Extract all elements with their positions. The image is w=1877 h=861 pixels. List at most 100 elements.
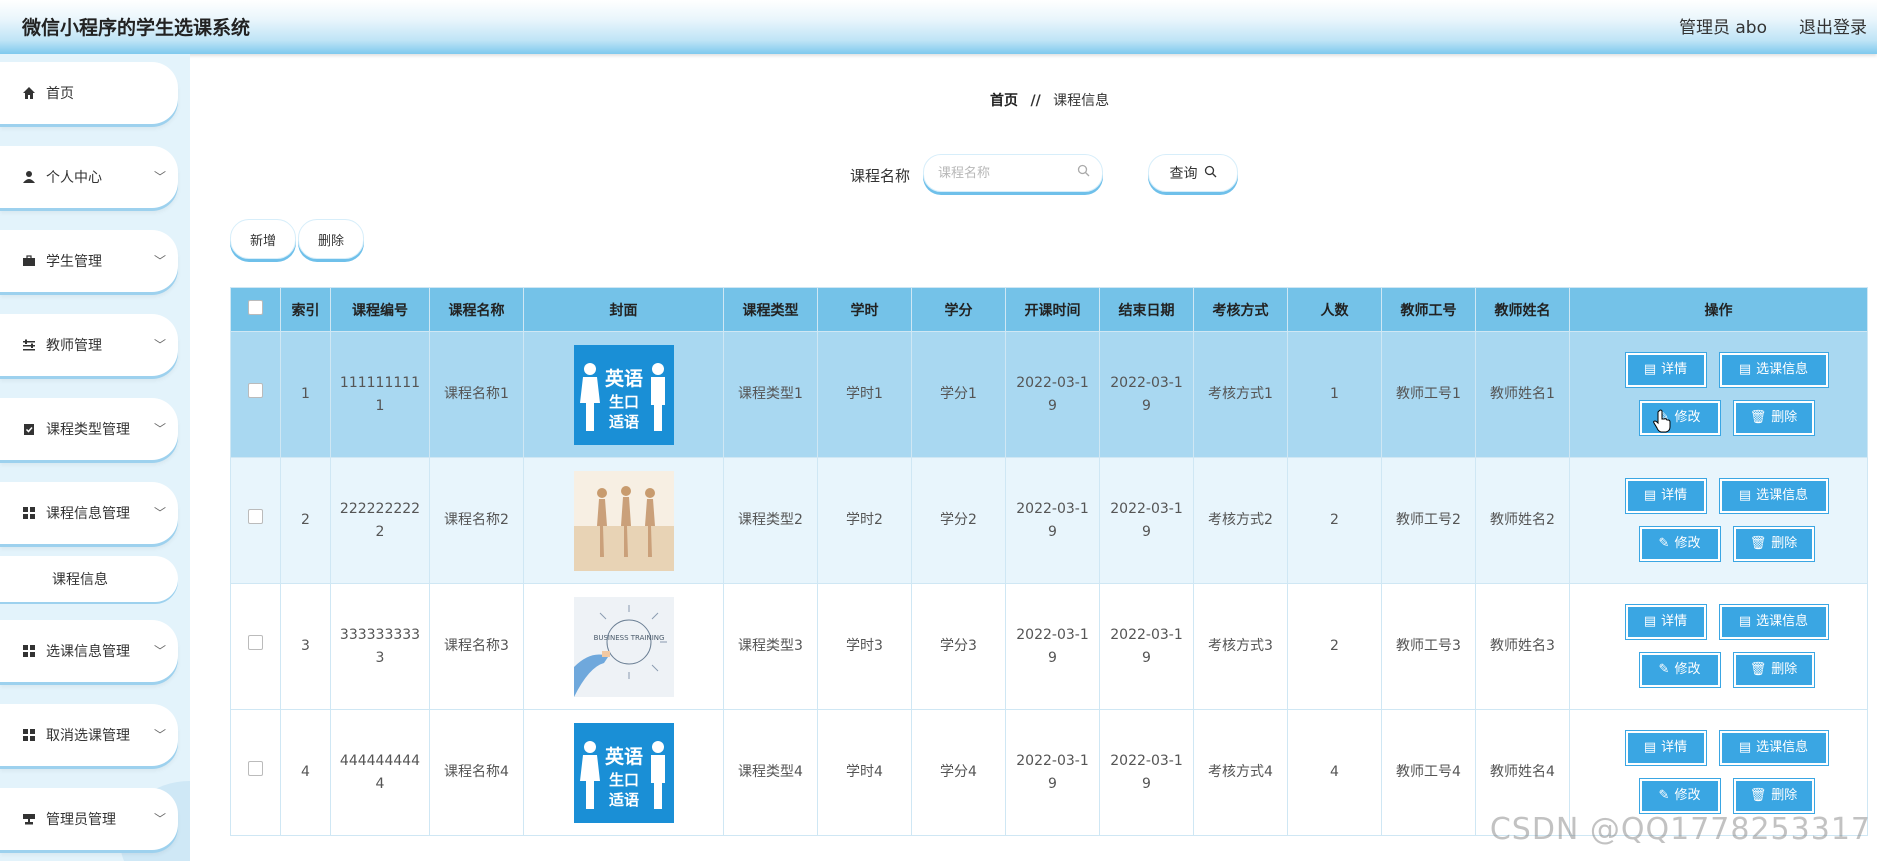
cell-teacher-name: 教师姓名1 bbox=[1475, 331, 1570, 458]
enrollment-info-button[interactable]: ▤ 选课信息 bbox=[1719, 730, 1828, 765]
sidebar-item-label: 教师管理 bbox=[46, 338, 102, 354]
delete-button-label: 删除 bbox=[1771, 662, 1798, 677]
sidebar-item-cancel-enrollment-management[interactable]: 取消选课管理 ﹀ bbox=[0, 704, 178, 766]
course-table: 索引 课程编号 课程名称 封面 课程类型 学时 学分 开课时间 结束日期 考核方… bbox=[230, 287, 1868, 836]
table-row[interactable]: 2 2222222222 课程名称2 课程类型2 学时2 学分2 2022-03… bbox=[230, 457, 1868, 584]
cell-course-name: 课程名称2 bbox=[429, 457, 524, 584]
logout-link[interactable]: 退出登录 bbox=[1799, 13, 1867, 38]
cell-index: 3 bbox=[280, 583, 331, 710]
table-row[interactable]: 3 3333333333 课程名称3 BUSINESS TRAINING 课程类… bbox=[230, 583, 1868, 710]
column-header: 学分 bbox=[911, 287, 1006, 332]
delete-button-label: 删除 bbox=[1771, 788, 1798, 803]
delete-button-label: 删除 bbox=[1771, 536, 1798, 551]
edit-button[interactable]: ✎ 修改 bbox=[1639, 400, 1720, 435]
cell-credit: 学分2 bbox=[911, 457, 1006, 584]
sidebar-item-label: 选课信息管理 bbox=[46, 644, 130, 660]
add-button[interactable]: 新增 bbox=[230, 219, 296, 259]
detail-button[interactable]: ▤ 详情 bbox=[1625, 352, 1706, 387]
detail-button-label: 详情 bbox=[1661, 362, 1688, 377]
edit-button[interactable]: ✎ 修改 bbox=[1639, 652, 1720, 687]
cell-exam-method: 考核方式1 bbox=[1193, 331, 1288, 458]
sidebar-item-teacher-management[interactable]: 教师管理 ﹀ bbox=[0, 314, 178, 376]
edit-button[interactable]: ✎ 修改 bbox=[1639, 526, 1720, 561]
enrollment-info-button-label: 选课信息 bbox=[1756, 614, 1809, 629]
trash-icon: 🗑 bbox=[1749, 662, 1767, 677]
detail-button-label: 详情 bbox=[1661, 740, 1688, 755]
sidebar: 首页 个人中心 ﹀ 学生管理 ﹀ 教师管理 ﹀ 课程类型管理 ﹀ 课程信息管理 … bbox=[0, 54, 190, 861]
row-checkbox[interactable] bbox=[248, 635, 263, 650]
cell-course-name: 课程名称4 bbox=[429, 709, 524, 836]
enrollment-info-button[interactable]: ▤ 选课信息 bbox=[1719, 478, 1828, 513]
cover-text: 生口 bbox=[608, 771, 638, 789]
delete-button[interactable]: 🗑 删除 bbox=[1733, 400, 1814, 435]
pencil-icon: ✎ bbox=[1658, 662, 1670, 677]
sidebar-item-course-type-management[interactable]: 课程类型管理 ﹀ bbox=[0, 398, 178, 460]
batch-delete-button-label: 删除 bbox=[317, 233, 344, 249]
sidebar-item-label: 课程信息管理 bbox=[46, 506, 130, 522]
detail-button[interactable]: ▤ 详情 bbox=[1625, 478, 1706, 513]
table-header-row: 索引 课程编号 课程名称 封面 课程类型 学时 学分 开课时间 结束日期 考核方… bbox=[230, 287, 1868, 332]
detail-button[interactable]: ▤ 详情 bbox=[1625, 604, 1706, 639]
cell-hours: 学时2 bbox=[817, 457, 912, 584]
sidebar-item-admin-management[interactable]: 管理员管理 ﹀ bbox=[0, 788, 178, 850]
grid-icon bbox=[22, 728, 36, 742]
sidebar-item-course-info-management[interactable]: 课程信息管理 ﹀ bbox=[0, 482, 178, 544]
search-label: 课程名称 bbox=[850, 167, 911, 185]
detail-button[interactable]: ▤ 详情 bbox=[1625, 730, 1706, 765]
stamp-icon bbox=[22, 812, 36, 826]
sidebar-item-personal-center[interactable]: 个人中心 ﹀ bbox=[0, 146, 178, 208]
cell-end-date: 2022-03-19 bbox=[1099, 457, 1194, 584]
cell-course-type: 课程类型4 bbox=[723, 709, 818, 836]
cover-text: BUSINESS TRAINING bbox=[593, 634, 664, 642]
query-button[interactable]: 查询 bbox=[1148, 154, 1238, 192]
document-icon: ▤ bbox=[1738, 740, 1752, 755]
cell-course-code: 1111111111 bbox=[330, 331, 430, 458]
row-checkbox[interactable] bbox=[248, 509, 263, 524]
delete-button[interactable]: 🗑 删除 bbox=[1733, 778, 1814, 813]
breadcrumb-home[interactable]: 首页 bbox=[990, 93, 1018, 109]
cover-text: 英语 bbox=[604, 367, 642, 390]
column-header: 索引 bbox=[280, 287, 331, 332]
search-input[interactable] bbox=[924, 155, 1090, 191]
document-icon: ▤ bbox=[1643, 614, 1657, 629]
select-all-checkbox[interactable] bbox=[248, 300, 263, 315]
cell-course-code: 2222222222 bbox=[330, 457, 430, 584]
cell-index: 4 bbox=[280, 709, 331, 836]
column-header: 人数 bbox=[1287, 287, 1382, 332]
batch-delete-button[interactable]: 删除 bbox=[298, 219, 364, 259]
column-header: 课程编号 bbox=[330, 287, 430, 332]
pencil-icon: ✎ bbox=[1658, 788, 1670, 803]
cell-teacher-id: 教师工号1 bbox=[1381, 331, 1476, 458]
enrollment-info-button-label: 选课信息 bbox=[1756, 740, 1809, 755]
edit-button[interactable]: ✎ 修改 bbox=[1639, 778, 1720, 813]
enrollment-info-button-label: 选课信息 bbox=[1756, 362, 1809, 377]
training-cover-image: BUSINESS TRAINING bbox=[573, 596, 674, 697]
table-row[interactable]: 1 1111111111 课程名称1 英语 生口 适语 课程类型1 学时1 学分… bbox=[230, 331, 1868, 458]
enrollment-info-button[interactable]: ▤ 选课信息 bbox=[1719, 352, 1828, 387]
sidebar-item-student-management[interactable]: 学生管理 ﹀ bbox=[0, 230, 178, 292]
select-all-cell[interactable] bbox=[230, 287, 281, 332]
sidebar-item-home[interactable]: 首页 bbox=[0, 62, 178, 124]
delete-button[interactable]: 🗑 删除 bbox=[1733, 526, 1814, 561]
sidebar-item-enrollment-management[interactable]: 选课信息管理 ﹀ bbox=[0, 620, 178, 682]
row-checkbox[interactable] bbox=[248, 761, 263, 776]
cell-operations: ▤ 详情 ▤ 选课信息 ✎ 修改 🗑 删除 bbox=[1569, 583, 1868, 710]
row-checkbox[interactable] bbox=[248, 383, 263, 398]
clipboard-icon bbox=[22, 422, 36, 436]
cell-course-code: 4444444444 bbox=[330, 709, 430, 836]
cell-teacher-id: 教师工号4 bbox=[1381, 709, 1476, 836]
chevron-down-icon: ﹀ bbox=[153, 644, 166, 658]
sidebar-subitem-course-info[interactable]: 课程信息 bbox=[0, 556, 178, 602]
cell-credit: 学分1 bbox=[911, 331, 1006, 458]
delete-button[interactable]: 🗑 删除 bbox=[1733, 652, 1814, 687]
column-header: 课程名称 bbox=[429, 287, 524, 332]
document-icon: ▤ bbox=[1738, 614, 1752, 629]
query-button-label: 查询 bbox=[1169, 166, 1198, 182]
column-header: 课程类型 bbox=[723, 287, 818, 332]
chevron-down-icon: ﹀ bbox=[153, 812, 166, 826]
sidebar-item-label: 学生管理 bbox=[46, 254, 102, 270]
document-icon: ▤ bbox=[1643, 362, 1657, 377]
delete-button-label: 删除 bbox=[1771, 410, 1798, 425]
enrollment-info-button[interactable]: ▤ 选课信息 bbox=[1719, 604, 1828, 639]
user-icon bbox=[22, 170, 36, 184]
